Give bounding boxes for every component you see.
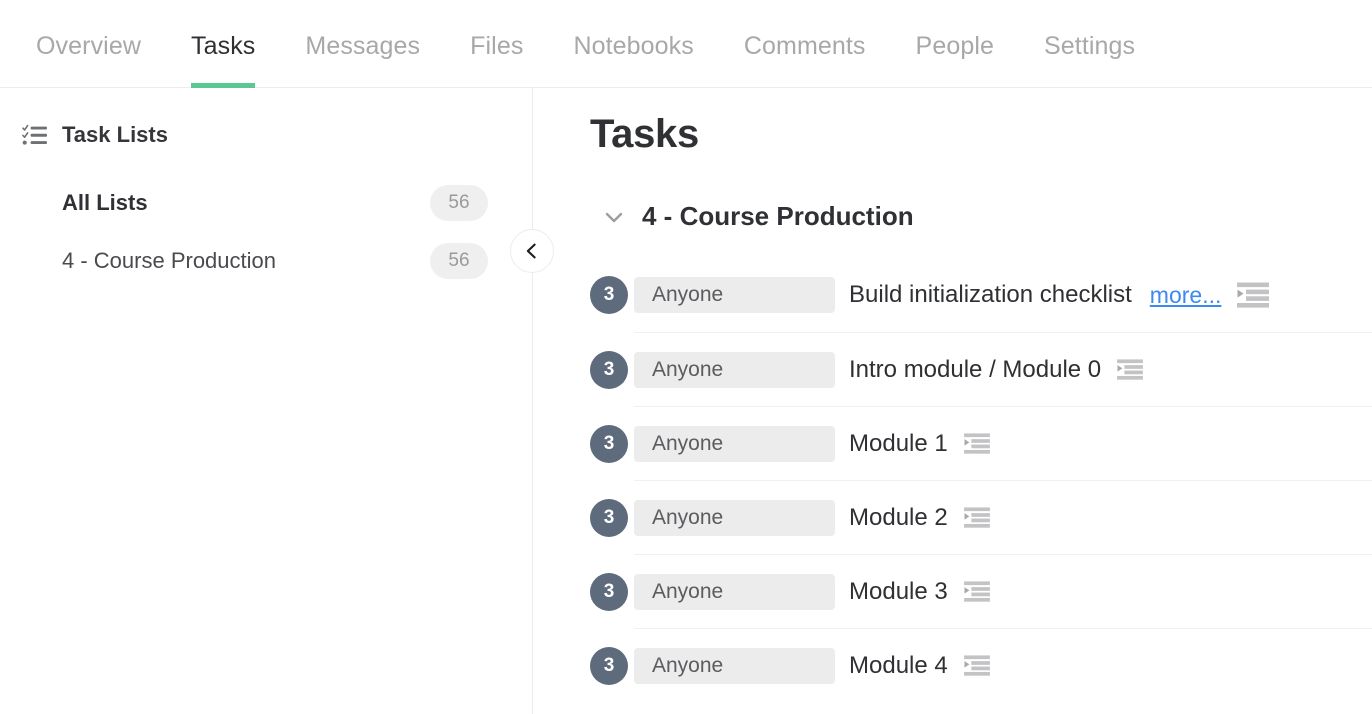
task-count-badge: 3 — [590, 351, 628, 389]
task-assignee-field[interactable]: Anyone — [634, 500, 835, 536]
task-row[interactable]: 3AnyoneModule 4 — [634, 628, 1372, 702]
task-name[interactable]: Module 4 — [849, 652, 948, 680]
task-count-badge: 3 — [590, 499, 628, 537]
task-assignee-field[interactable]: Anyone — [634, 277, 835, 313]
tab-tasks[interactable]: Tasks — [191, 32, 255, 87]
collapse-sidebar-button[interactable] — [510, 229, 554, 273]
task-count-badge: 3 — [590, 647, 628, 685]
tab-comments[interactable]: Comments — [744, 32, 866, 87]
task-count-badge: 3 — [590, 573, 628, 611]
sidebar-list-item[interactable]: 4 - Course Production 56 — [22, 242, 496, 280]
task-count-badge: 3 — [590, 425, 628, 463]
task-lists-sidebar: Task Lists All Lists564 - Course Product… — [0, 88, 532, 714]
chevron-down-icon[interactable] — [602, 205, 626, 229]
tab-settings[interactable]: Settings — [1044, 32, 1135, 87]
task-assignee-field[interactable]: Anyone — [634, 648, 835, 684]
task-name[interactable]: Module 1 — [849, 430, 948, 458]
task-list-nav: All Lists 56 4 - Course Production 56 — [22, 184, 496, 280]
sidebar-heading: Task Lists — [22, 122, 496, 148]
sidebar-list-count-badge: 56 — [430, 185, 488, 221]
subtasks-icon[interactable] — [948, 581, 990, 602]
task-name[interactable]: Intro module / Module 0 — [849, 356, 1101, 384]
task-content: Module 1 — [849, 430, 990, 458]
checklist-icon — [22, 124, 48, 146]
section-title: 4 - Course Production — [642, 201, 914, 232]
subtasks-icon[interactable] — [948, 433, 990, 454]
sidebar-list-label: 4 - Course Production — [62, 248, 276, 274]
task-content: Module 3 — [849, 578, 990, 606]
task-content: Module 2 — [849, 504, 990, 532]
task-row[interactable]: 3AnyoneModule 3 — [634, 554, 1372, 628]
task-content: Intro module / Module 0 — [849, 356, 1143, 384]
task-count-badge: 3 — [590, 276, 628, 314]
task-more-link[interactable]: more... — [1150, 282, 1222, 309]
task-row[interactable]: 3AnyoneModule 1 — [634, 406, 1372, 480]
task-content: Module 4 — [849, 652, 990, 680]
sidebar-title: Task Lists — [62, 122, 168, 148]
task-assignee-field[interactable]: Anyone — [634, 352, 835, 388]
task-name[interactable]: Module 3 — [849, 578, 948, 606]
sidebar-list-label: All Lists — [62, 190, 148, 216]
page-title: Tasks — [590, 112, 1372, 157]
chevron-left-icon — [523, 242, 541, 260]
subtasks-icon[interactable] — [1101, 359, 1143, 380]
tab-files[interactable]: Files — [470, 32, 523, 87]
subtasks-icon[interactable] — [948, 655, 990, 676]
tab-notebooks[interactable]: Notebooks — [573, 32, 693, 87]
task-rows-container: 3AnyoneBuild initialization checklistmor… — [634, 258, 1372, 702]
task-assignee-field[interactable]: Anyone — [634, 574, 835, 610]
sidebar-list-count-badge: 56 — [430, 243, 488, 279]
tab-messages[interactable]: Messages — [305, 32, 420, 87]
task-row[interactable]: 3AnyoneModule 2 — [634, 480, 1372, 554]
tab-people[interactable]: People — [916, 32, 994, 87]
subtasks-icon[interactable] — [1221, 282, 1269, 308]
main-tab-bar: Overview Tasks Messages Files Notebooks Comme… — [0, 0, 1372, 88]
task-row[interactable]: 3AnyoneIntro module / Module 0 — [634, 332, 1372, 406]
task-content: Build initialization checklist more... — [849, 281, 1269, 309]
content-area: Task Lists All Lists564 - Course Product… — [0, 88, 1372, 714]
subtasks-icon[interactable] — [948, 507, 990, 528]
sidebar-list-item[interactable]: All Lists 56 — [22, 184, 496, 222]
task-list-section-header[interactable]: 4 - Course Production — [602, 201, 1372, 232]
task-name[interactable]: Module 2 — [849, 504, 948, 532]
task-assignee-field[interactable]: Anyone — [634, 426, 835, 462]
task-row[interactable]: 3AnyoneBuild initialization checklistmor… — [634, 258, 1372, 332]
tasks-main-pane: Tasks 4 - Course Production 3AnyoneBuild… — [532, 88, 1372, 714]
tab-overview[interactable]: Overview — [36, 32, 141, 87]
task-name[interactable]: Build initialization checklist — [849, 281, 1132, 309]
